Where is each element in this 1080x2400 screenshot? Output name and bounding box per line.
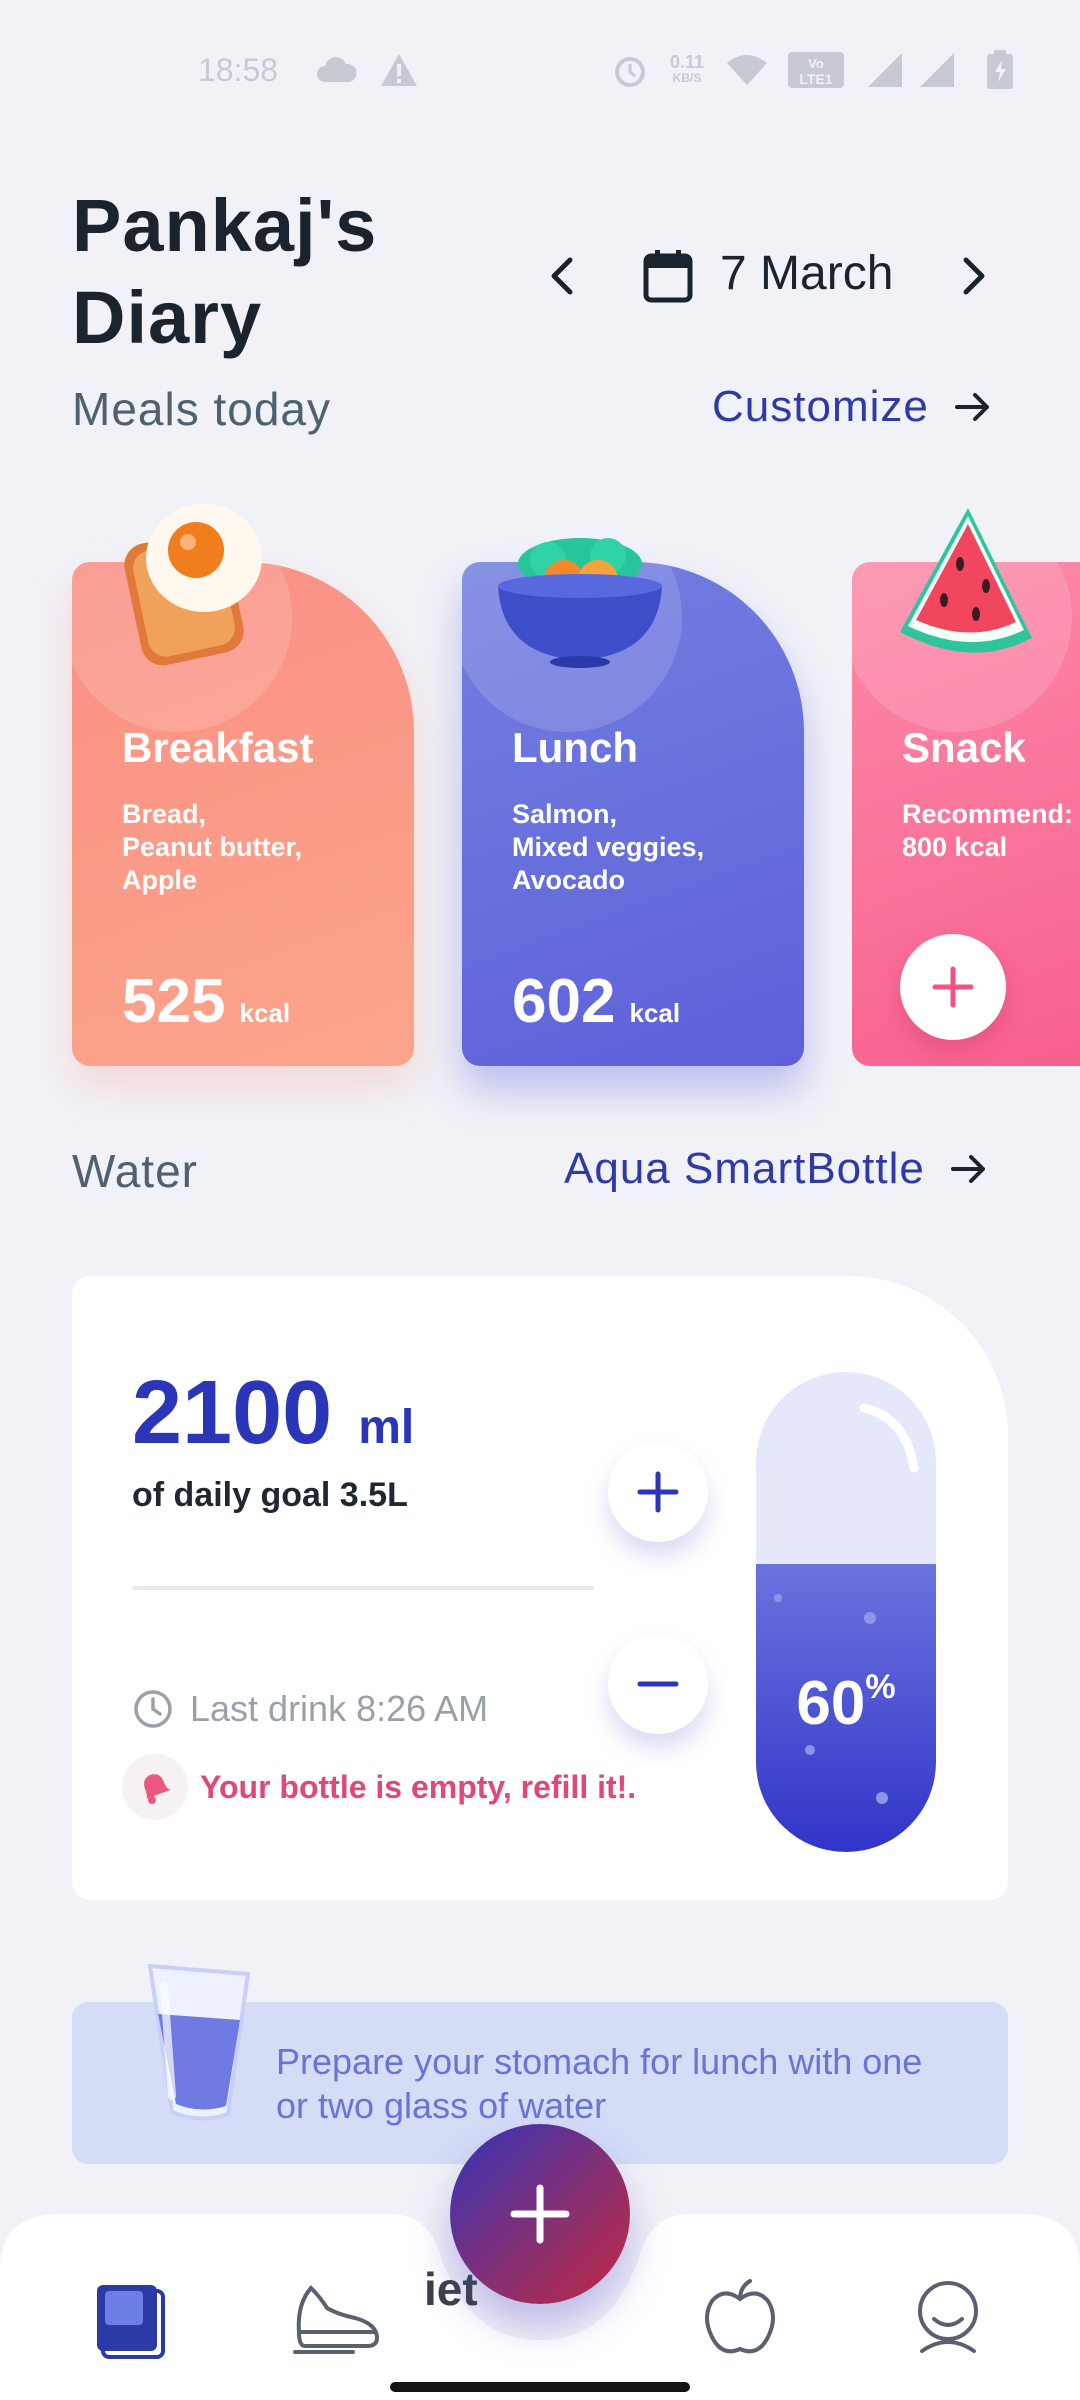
last-drink-text: Last drink 8:26 AM (190, 1688, 489, 1729)
meal-items: Bread, Peanut butter, Apple (122, 799, 303, 895)
svg-text:Vo: Vo (808, 56, 824, 71)
tip-text: Prepare your stomach for lunch with one … (276, 2041, 923, 2126)
last-drink: Last drink 8:26 AM (132, 1688, 488, 1730)
meal-items: Salmon, Mixed veggies, Avocado (512, 799, 705, 895)
plus-icon (510, 2184, 570, 2244)
meal-name: Lunch (512, 724, 638, 771)
aqua-smartbottle-label: Aqua SmartBottle (564, 1144, 925, 1193)
volte-icon: Vo LTE1 (786, 50, 846, 90)
refill-warning-text: Your bottle is empty, refill it!. (200, 1768, 637, 1805)
water-bottle-gauge: 60% (756, 1372, 936, 1852)
add-snack-button[interactable] (900, 934, 1006, 1040)
percent-sign: % (865, 1668, 896, 1706)
chevron-right-icon[interactable] (950, 246, 998, 306)
customize-link[interactable]: Customize (712, 382, 993, 432)
network-speed: 0.11 KB/S (669, 52, 705, 85)
signal-icon (862, 50, 906, 90)
bottle-percent: 60% (756, 1668, 936, 1739)
meal-name: Snack (902, 724, 1026, 771)
profile-icon[interactable] (902, 2272, 994, 2364)
chevron-left-icon[interactable] (538, 246, 586, 306)
refill-warning: Your bottle is empty, refill it!. (122, 1754, 636, 1820)
warning-icon (376, 50, 422, 90)
date-label[interactable]: 7 March (720, 246, 893, 301)
arrow-right-icon (954, 393, 989, 421)
remove-water-button[interactable] (608, 1634, 708, 1734)
divider (132, 1586, 594, 1590)
water-amount-value: 2100 (132, 1363, 333, 1463)
status-time: 18:58 (198, 52, 279, 88)
meal-name: Breakfast (122, 724, 314, 771)
battery-icon (982, 50, 1018, 90)
customize-label: Customize (712, 382, 929, 431)
water-goal: of daily goal 3.5L (132, 1476, 408, 1514)
toast-egg-icon (112, 496, 272, 681)
percent-value: 60 (796, 1669, 866, 1738)
signal-icon (914, 50, 958, 90)
add-water-button[interactable] (608, 1442, 708, 1542)
home-indicator (390, 2382, 690, 2392)
nutrition-apple-icon[interactable] (694, 2272, 786, 2364)
arrow-right-icon (950, 1155, 985, 1183)
meal-items: Recommend: 800 kcal (902, 799, 1074, 862)
bottle-shine (774, 1403, 919, 1804)
alarm-icon (610, 50, 650, 90)
kcal-value: 525 (122, 967, 226, 1036)
meal-kcal: 525 kcal (122, 966, 290, 1037)
meals-section-title: Meals today (72, 383, 332, 435)
wifi-icon (724, 50, 770, 90)
meal-kcal: 602 kcal (512, 966, 680, 1037)
water-section-title: Water (72, 1145, 198, 1197)
water-amount: 2100 ml (132, 1362, 414, 1465)
plus-icon (637, 1471, 679, 1513)
activity-icon[interactable] (292, 2272, 384, 2364)
kcal-unit: kcal (239, 998, 291, 1028)
cloud-icon (314, 50, 360, 90)
plus-icon (932, 966, 974, 1008)
clock-icon (134, 1690, 172, 1728)
calendar-icon[interactable] (642, 248, 694, 304)
page-title: Pankaj's Diary (72, 184, 378, 359)
bell-icon (122, 1754, 188, 1820)
kcal-unit: kcal (629, 998, 681, 1028)
water-glass-icon (130, 1956, 260, 2131)
aqua-smartbottle-link[interactable]: Aqua SmartBottle (564, 1144, 989, 1194)
watermelon-icon (882, 502, 1042, 677)
svg-text:LTE1: LTE1 (799, 71, 832, 87)
diary-icon[interactable] (84, 2272, 176, 2364)
salad-bowl-icon (490, 520, 670, 675)
kcal-value: 602 (512, 967, 616, 1036)
minus-icon (637, 1681, 679, 1687)
add-entry-button[interactable] (450, 2124, 630, 2304)
water-amount-unit: ml (358, 1401, 415, 1454)
